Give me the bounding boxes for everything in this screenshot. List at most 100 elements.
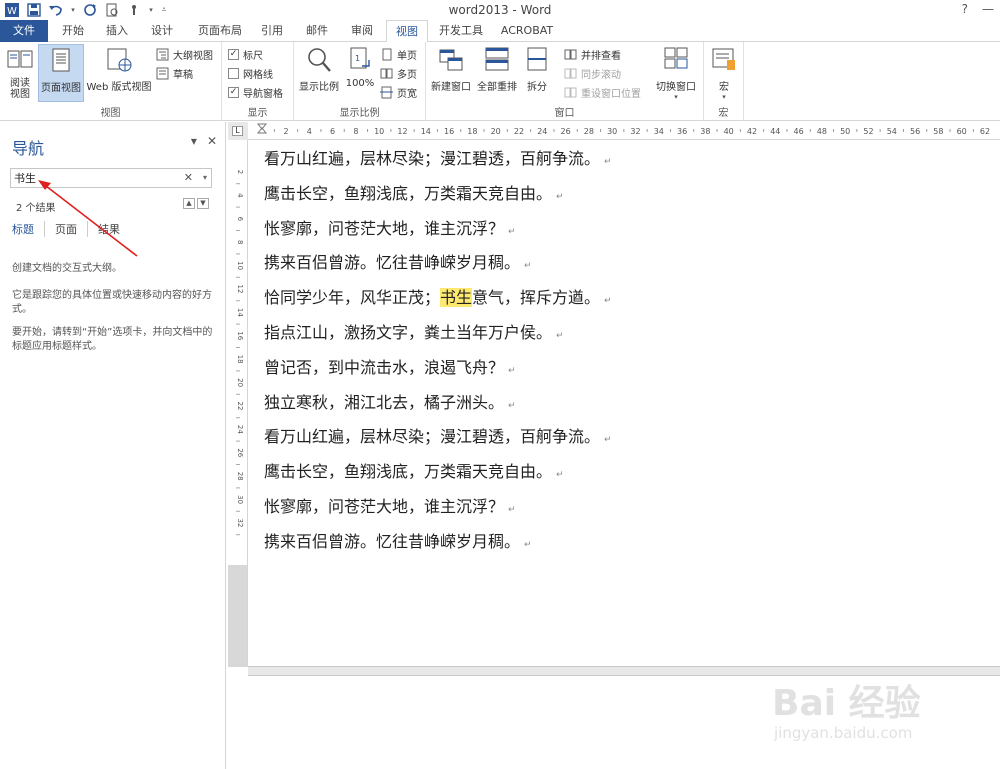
tab-view[interactable]: 视图 bbox=[386, 20, 428, 43]
vruler-tick-label: 2 bbox=[236, 170, 244, 174]
switch-window-dropdown-icon: ▾ bbox=[674, 93, 678, 101]
document-line[interactable]: 指点江山，激扬文字，粪土当年万户侯。 ↵ bbox=[264, 319, 564, 343]
side-by-side-button[interactable]: 并排查看 bbox=[564, 46, 621, 63]
vertical-ruler[interactable]: 2 4 6 8 10 12 14 16 18 20 22 24 26 28 30 32 bbox=[228, 140, 248, 667]
arrange-all-button[interactable]: 全部重排 bbox=[475, 44, 519, 102]
left-margin-strip bbox=[226, 667, 248, 769]
ruler-tick-label: 12 bbox=[397, 127, 407, 136]
search-clear-icon[interactable]: ✕ bbox=[184, 171, 193, 184]
document-line[interactable]: 怅寥廓，问苍茫大地，谁主沉浮？ ↵ bbox=[264, 215, 516, 239]
tab-file[interactable]: 文件 bbox=[0, 20, 48, 42]
line-text: 看万山红遍，层林尽染；漫江碧透，百舸争流。 bbox=[264, 427, 601, 447]
document-line[interactable]: 携来百侣曾游。忆往昔峥嵘岁月稠。 ↵ bbox=[264, 528, 532, 552]
document-line[interactable]: 看万山红遍，层林尽染；漫江碧透，百舸争流。 ↵ bbox=[264, 423, 612, 447]
tab-home[interactable]: 开始 bbox=[52, 20, 94, 42]
paragraph-mark-icon: ↵ bbox=[604, 296, 612, 307]
next-result-icon[interactable]: ▼ bbox=[197, 198, 209, 209]
paragraph-mark-icon: ↵ bbox=[524, 261, 532, 272]
ruler-tick-label: 60 bbox=[957, 127, 967, 136]
gridlines-checkbox[interactable]: 网格线 bbox=[228, 65, 273, 82]
switch-window-button[interactable]: 切换窗口 ▾ bbox=[652, 44, 700, 102]
zoom-100-button[interactable]: 1 100% bbox=[344, 44, 376, 102]
page-width-button[interactable]: 页宽 bbox=[380, 84, 417, 101]
paragraph-mark-icon: ↵ bbox=[524, 539, 532, 550]
navigation-pane: 导航 ▾ ✕ ✕ ▾ 2 个结果 ▲ ▼ 标题 页面 结果 创建文档的交互式大纲… bbox=[0, 122, 226, 769]
ruler-tick-label: 26 bbox=[561, 127, 571, 136]
zoom-label: 显示比例 bbox=[299, 82, 339, 93]
draft-view-button[interactable]: 草稿 bbox=[156, 65, 193, 82]
ruler-tick-label: 34 bbox=[654, 127, 664, 136]
paragraph-mark-icon: ↵ bbox=[556, 191, 564, 202]
nav-tab-results[interactable]: 结果 bbox=[98, 221, 130, 237]
tab-design[interactable]: 设计 bbox=[141, 20, 183, 42]
multi-page-button[interactable]: 多页 bbox=[380, 65, 417, 82]
arrange-all-label: 全部重排 bbox=[477, 82, 517, 93]
multi-page-label: 多页 bbox=[397, 70, 417, 81]
vruler-tick-label: 12 bbox=[236, 285, 244, 294]
new-window-button[interactable]: 新建窗口 bbox=[429, 44, 473, 102]
document-line[interactable]: 恰同学少年，风华正茂；书生意气，挥斥方遒。 ↵ bbox=[264, 284, 612, 308]
side-by-side-label: 并排查看 bbox=[581, 51, 621, 62]
reset-window-button[interactable]: 重设窗口位置 bbox=[564, 84, 641, 101]
tab-layout[interactable]: 页面布局 bbox=[190, 20, 250, 42]
tab-insert[interactable]: 插入 bbox=[96, 20, 138, 42]
web-layout-icon bbox=[107, 48, 132, 72]
sync-scroll-button[interactable]: 同步滚动 bbox=[564, 65, 621, 82]
one-page-button[interactable]: 单页 bbox=[380, 46, 417, 63]
document-line[interactable]: 曾记否，到中流击水，浪遏飞舟？ ↵ bbox=[264, 354, 516, 378]
new-window-icon bbox=[439, 49, 463, 71]
window-group: 新建窗口 全部重排 拆分 并排查看 同步滚动 重设窗口位置 切换窗口 ▾ 窗口 bbox=[426, 42, 704, 121]
tab-acrobat[interactable]: ACROBAT bbox=[494, 20, 560, 42]
print-layout-button[interactable]: 页面视图 bbox=[38, 44, 84, 102]
nav-tab-headings[interactable]: 标题 bbox=[12, 221, 45, 237]
line-text: 指点江山，激扬文字，粪土当年万户侯。 bbox=[264, 323, 553, 342]
tab-stop-selector-icon[interactable]: L bbox=[232, 126, 243, 136]
document-line[interactable]: 携来百侣曾游。忆往昔峥嵘岁月稠。 ↵ bbox=[264, 249, 532, 273]
side-by-side-icon bbox=[564, 49, 577, 60]
navpane-checkbox[interactable]: ✓ 导航窗格 bbox=[228, 84, 283, 101]
tab-developer[interactable]: 开发工具 bbox=[432, 20, 490, 42]
nav-options-icon[interactable]: ▾ bbox=[191, 134, 197, 148]
macros-icon bbox=[712, 48, 735, 70]
views-group: 阅读 视图 页面视图 Web 版式视图 大纲视图 草稿 视图 bbox=[0, 42, 222, 121]
web-layout-button[interactable]: Web 版式视图 bbox=[85, 44, 153, 102]
document-page[interactable]: 看万山红遍，层林尽染；漫江碧透，百舸争流。 ↵ 鹰击长空，鱼翔浅底，万类霜天竞自由。… bbox=[248, 140, 1000, 667]
split-button[interactable]: 拆分 bbox=[522, 44, 552, 102]
ruler-corner[interactable]: L bbox=[228, 122, 248, 140]
indent-marker-icon[interactable] bbox=[256, 123, 268, 134]
document-line[interactable]: 鹰击长空，鱼翔浅底，万类霜天竞自由。 ↵ bbox=[264, 458, 564, 482]
outline-view-button[interactable]: 大纲视图 bbox=[156, 46, 213, 63]
tab-review[interactable]: 审阅 bbox=[341, 20, 383, 42]
window-group-label: 窗口 bbox=[554, 108, 575, 119]
ruler-tick-label: 54 bbox=[887, 127, 897, 136]
search-dropdown-icon[interactable]: ▾ bbox=[203, 173, 207, 182]
nav-tab-pages[interactable]: 页面 bbox=[55, 221, 88, 237]
paragraph-mark-icon: ↵ bbox=[556, 331, 564, 341]
line-text: 看万山红遍，层林尽染；漫江碧透，百舸争流。 bbox=[264, 149, 601, 168]
zoom-100-icon: 1 bbox=[350, 47, 370, 69]
outline-view-icon bbox=[156, 48, 169, 61]
ribbon: 阅读视图 页面视图 Web 版式视图 大纲视图 草稿 视图 ✓ 标尺 网格线 bbox=[0, 42, 1000, 121]
horizontal-ruler[interactable]: 2 4 6 8 10 12 14 16 18 20 22 24 26 28 30 32 34 36 38 40 42 44… bbox=[248, 122, 1000, 140]
document-line[interactable]: 怅寥廓，问苍茫大地，谁主沉浮？ ↵ bbox=[264, 493, 516, 517]
nav-close-icon[interactable]: ✕ bbox=[207, 134, 217, 148]
nav-search-input[interactable] bbox=[11, 169, 171, 187]
help-button[interactable]: ? bbox=[962, 2, 968, 16]
vruler-tick-label: 4 bbox=[236, 193, 244, 198]
document-line[interactable]: 独立寒秋，湘江北去，橘子洲头。 ↵ bbox=[264, 389, 516, 413]
document-line[interactable]: 看万山红遍，层林尽染；漫江碧透，百舸争流。 ↵ bbox=[264, 145, 612, 169]
views-group-label: 视图 bbox=[100, 108, 121, 119]
ruler-checkbox[interactable]: ✓ 标尺 bbox=[228, 46, 263, 63]
minimize-button[interactable]: — bbox=[982, 2, 994, 16]
macros-button[interactable]: 宏 ▾ bbox=[708, 44, 740, 102]
previous-result-icon[interactable]: ▲ bbox=[183, 198, 195, 209]
zoom-button[interactable]: 显示比例 bbox=[297, 44, 341, 102]
nav-search-box[interactable]: ✕ ▾ bbox=[10, 168, 212, 188]
tab-mailings[interactable]: 邮件 bbox=[296, 20, 338, 42]
read-mode-button[interactable]: 阅读 视图 bbox=[4, 44, 36, 102]
vruler-tick-label: 22 bbox=[236, 402, 244, 411]
show-group-label: 显示 bbox=[247, 108, 268, 119]
document-line[interactable]: 鹰击长空，鱼翔浅底，万类霜天竞自由。 ↵ bbox=[264, 180, 564, 204]
tab-references[interactable]: 引用 bbox=[252, 20, 292, 42]
paragraph-mark-icon: ↵ bbox=[508, 505, 516, 515]
